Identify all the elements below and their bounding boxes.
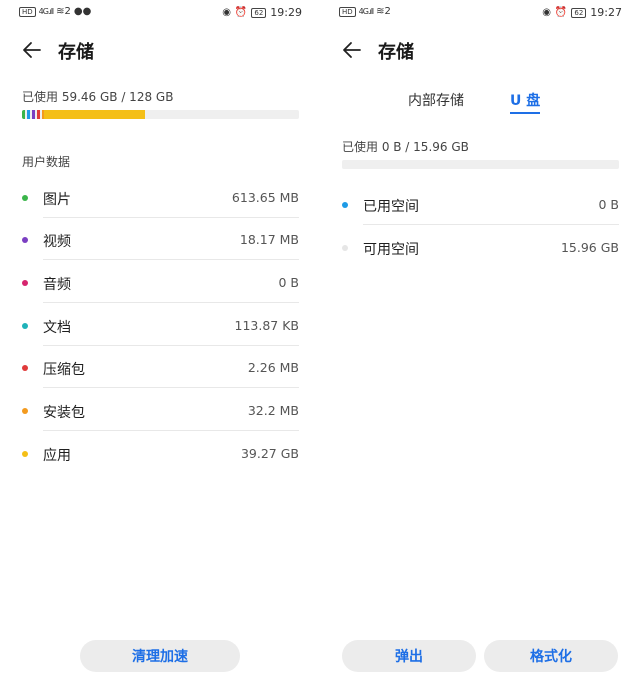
- category-label: 文档: [43, 320, 71, 336]
- clean-accelerate-button[interactable]: 清理加速: [80, 640, 240, 672]
- category-label: 图片: [43, 192, 71, 208]
- signal-icon: 4G.ıll: [358, 7, 374, 16]
- divider: [43, 259, 299, 260]
- category-label: 视频: [43, 234, 71, 250]
- category-dot: [22, 408, 28, 414]
- usage-seg-archives: [37, 110, 40, 119]
- category-row-audio[interactable]: 音频 0 B: [22, 261, 299, 303]
- category-dot: [22, 323, 28, 329]
- category-row-archives[interactable]: 压缩包 2.26 MB: [22, 346, 299, 388]
- header: 存储: [0, 36, 320, 64]
- storage-usage-bar: [342, 160, 619, 169]
- storage-usage-bar: [22, 110, 299, 119]
- category-row-apks[interactable]: 安装包 32.2 MB: [22, 389, 299, 431]
- page-title: 存储: [58, 42, 94, 63]
- tab-usb-drive[interactable]: U 盘: [510, 90, 541, 114]
- category-label: 安装包: [43, 405, 85, 421]
- wifi-icon: ≋2: [376, 6, 391, 17]
- section-title-user-data: 用户数据: [22, 155, 71, 169]
- storage-tabs: 内部存储 U 盘: [320, 90, 640, 120]
- space-dot: [342, 245, 348, 251]
- category-row-videos[interactable]: 视频 18.17 MB: [22, 218, 299, 260]
- status-bar: HD 4G.ıll ≋2 ◉ ⏰ 62 19:27: [320, 4, 640, 22]
- category-value: 39.27 GB: [240, 446, 299, 461]
- back-arrow-icon[interactable]: [22, 40, 42, 60]
- space-label: 已用空间: [363, 199, 419, 215]
- battery-icon: 62: [251, 7, 267, 18]
- divider: [43, 302, 299, 303]
- category-value: 32.2 MB: [247, 403, 299, 418]
- alarm-icon: ⏰: [234, 7, 248, 18]
- storage-screen-right: HD 4G.ıll ≋2 ◉ ⏰ 62 19:27 存储 内部存储 U 盘 已使…: [320, 0, 640, 693]
- category-label: 音频: [43, 277, 71, 293]
- category-label: 压缩包: [43, 362, 85, 378]
- usage-seg-other: [27, 110, 30, 119]
- hd-icon: HD: [19, 6, 36, 17]
- usage-seg-videos: [32, 110, 35, 119]
- status-time: 19:29: [270, 6, 302, 19]
- status-time: 19:27: [590, 6, 622, 19]
- storage-usage-label: 已使用 0 B / 15.96 GB: [342, 140, 469, 154]
- category-row-apps[interactable]: 应用 39.27 GB: [22, 432, 299, 474]
- category-row-documents[interactable]: 文档 113.87 KB: [22, 304, 299, 346]
- signal-icon: 4G.ıll: [38, 7, 54, 16]
- tab-usb-drive-label: U 盘: [510, 93, 541, 109]
- category-value: 613.65 MB: [231, 190, 299, 205]
- category-dot: [22, 237, 28, 243]
- category-value: 113.87 KB: [234, 318, 299, 333]
- storage-screen-left: HD 4G.ıll ≋2 ●● ◉ ⏰ 62 19:29 存储 已使用 59.4…: [0, 0, 320, 693]
- category-dot: [22, 365, 28, 371]
- storage-usage-label: 已使用 59.46 GB / 128 GB: [22, 90, 174, 104]
- category-value: 2.26 MB: [247, 360, 299, 375]
- space-value: 0 B: [598, 197, 619, 212]
- category-dot: [22, 451, 28, 457]
- category-row-images[interactable]: 图片 613.65 MB: [22, 176, 299, 218]
- eject-button[interactable]: 弹出: [342, 640, 476, 672]
- back-arrow-icon[interactable]: [342, 40, 362, 60]
- usage-seg-apps: [44, 110, 145, 119]
- space-dot: [342, 202, 348, 208]
- battery-icon: 62: [571, 7, 587, 18]
- category-label: 应用: [43, 448, 71, 464]
- alarm-icon: ⏰: [554, 7, 568, 18]
- space-label: 可用空间: [363, 242, 419, 258]
- category-value: 18.17 MB: [239, 232, 299, 247]
- category-value: 0 B: [278, 275, 299, 290]
- eye-icon: ◉: [542, 7, 551, 18]
- space-row-free: 可用空间 15.96 GB: [342, 226, 619, 268]
- space-row-used: 已用空间 0 B: [342, 183, 619, 225]
- hd-icon: HD: [339, 6, 356, 17]
- space-value: 15.96 GB: [560, 240, 619, 255]
- tab-internal-storage[interactable]: 内部存储: [408, 90, 464, 110]
- active-tab-indicator: [510, 112, 541, 114]
- divider: [363, 224, 619, 225]
- wifi-icon: ≋2: [56, 6, 71, 17]
- eye-icon: ◉: [222, 7, 231, 18]
- category-dot: [22, 280, 28, 286]
- usage-seg-images: [22, 110, 25, 119]
- format-button[interactable]: 格式化: [484, 640, 618, 672]
- page-title: 存储: [378, 42, 414, 63]
- wechat-icon: ●●: [73, 6, 92, 17]
- status-bar: HD 4G.ıll ≋2 ●● ◉ ⏰ 62 19:29: [0, 4, 320, 22]
- divider: [43, 430, 299, 431]
- divider: [43, 387, 299, 388]
- category-dot: [22, 195, 28, 201]
- header: 存储: [320, 36, 640, 64]
